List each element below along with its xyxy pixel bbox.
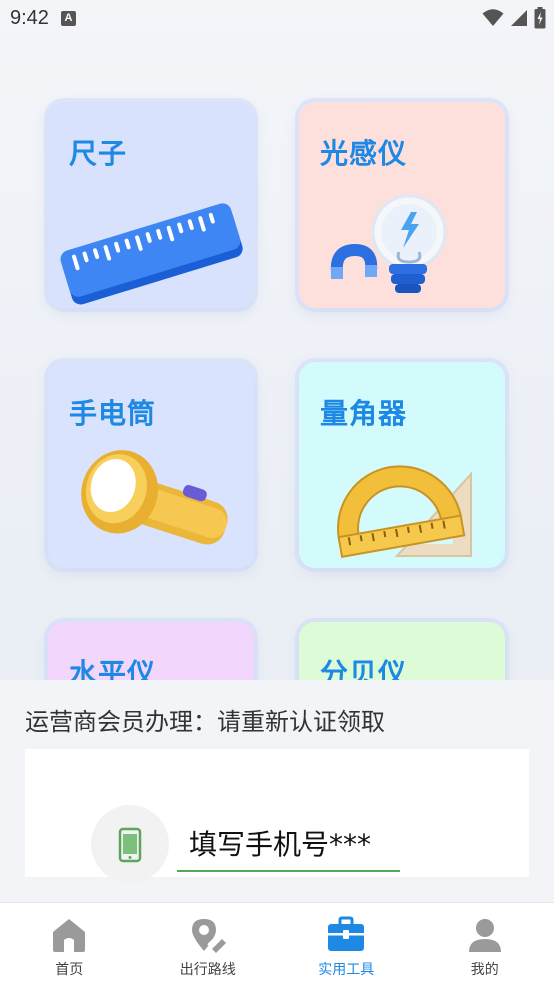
- mobile-phone-icon: [118, 827, 142, 863]
- notice-text: 运营商会员办理：请重新认证领取: [25, 708, 385, 736]
- tools-grid: 尺子 光感仪 手电筒 量角器 水平仪 分贝仪: [0, 36, 554, 680]
- nav-item-home[interactable]: 首页: [0, 903, 139, 984]
- tool-card-ruler[interactable]: 尺子: [48, 102, 254, 308]
- nav-item-tools[interactable]: 实用工具: [277, 903, 416, 984]
- phone-number-input[interactable]: 填写手机号***: [189, 823, 371, 863]
- phone-icon-container: [91, 805, 169, 883]
- tool-card-title: 尺子: [69, 137, 128, 170]
- bottom-nav: 首页 出行路线 实用工具 我的: [0, 902, 554, 984]
- input-underline: [177, 870, 400, 872]
- status-bar: 9:42 A: [0, 0, 554, 36]
- tool-card-title: 水平仪: [69, 657, 157, 680]
- nav-item-route[interactable]: 出行路线: [139, 903, 278, 984]
- tool-card-flashlight[interactable]: 手电筒: [48, 362, 254, 568]
- nav-label: 实用工具: [318, 962, 375, 978]
- battery-icon: [534, 7, 546, 29]
- tool-card-title: 量角器: [320, 397, 408, 430]
- tool-card-protractor[interactable]: 量角器: [299, 362, 505, 568]
- toolbox-icon: [328, 916, 365, 951]
- status-time: 9:42: [10, 6, 49, 29]
- nav-label: 出行路线: [179, 962, 236, 978]
- route-icon: [191, 919, 226, 953]
- tool-card-title: 分贝仪: [320, 657, 408, 680]
- home-icon: [53, 919, 86, 952]
- tool-card-level[interactable]: 水平仪: [48, 622, 254, 680]
- user-icon: [468, 919, 501, 952]
- tool-card-decibel[interactable]: 分贝仪: [299, 622, 505, 680]
- nav-label: 我的: [470, 962, 499, 978]
- carrier-notice-panel: 运营商会员办理：请重新认证领取 填写手机号***: [0, 680, 554, 902]
- phone-entry-box: 填写手机号***: [25, 749, 529, 883]
- accessibility-notification-icon: A: [60, 10, 76, 26]
- tool-card-title: 手电筒: [69, 397, 157, 430]
- tool-card-light-meter[interactable]: 光感仪: [299, 102, 505, 308]
- status-icons: [482, 7, 546, 29]
- wifi-icon: [482, 9, 504, 26]
- signal-icon: [511, 10, 527, 26]
- nav-item-profile[interactable]: 我的: [416, 903, 554, 984]
- tool-card-title: 光感仪: [320, 137, 408, 170]
- nav-label: 首页: [55, 962, 84, 978]
